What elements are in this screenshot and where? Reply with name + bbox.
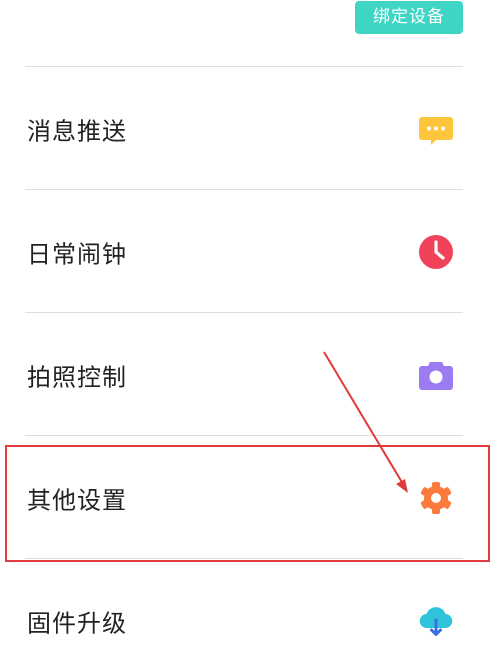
menu-item-firmware-upgrade[interactable]: 固件升级 xyxy=(0,559,497,660)
menu-item-label: 固件升级 xyxy=(27,609,127,637)
menu-item-daily-alarm[interactable]: 日常闹钟 xyxy=(0,190,497,313)
menu-item-label: 拍照控制 xyxy=(27,363,127,391)
bind-device-button[interactable]: 绑定设备 xyxy=(355,1,463,34)
menu-item-camera-control[interactable]: 拍照控制 xyxy=(0,313,497,436)
camera-icon xyxy=(417,356,455,394)
menu-item-label: 日常闹钟 xyxy=(27,240,127,268)
menu-item-message-push[interactable]: 消息推送 xyxy=(0,67,497,190)
cloud-download-icon xyxy=(417,602,455,640)
message-bubble-icon xyxy=(417,110,455,148)
highlight-box xyxy=(5,445,490,562)
menu-item-label: 消息推送 xyxy=(27,117,127,145)
settings-page: 绑定设备 消息推送 日常闹钟 拍照控制 其他设置 固件升级 xyxy=(0,0,497,660)
clock-icon xyxy=(417,233,455,271)
